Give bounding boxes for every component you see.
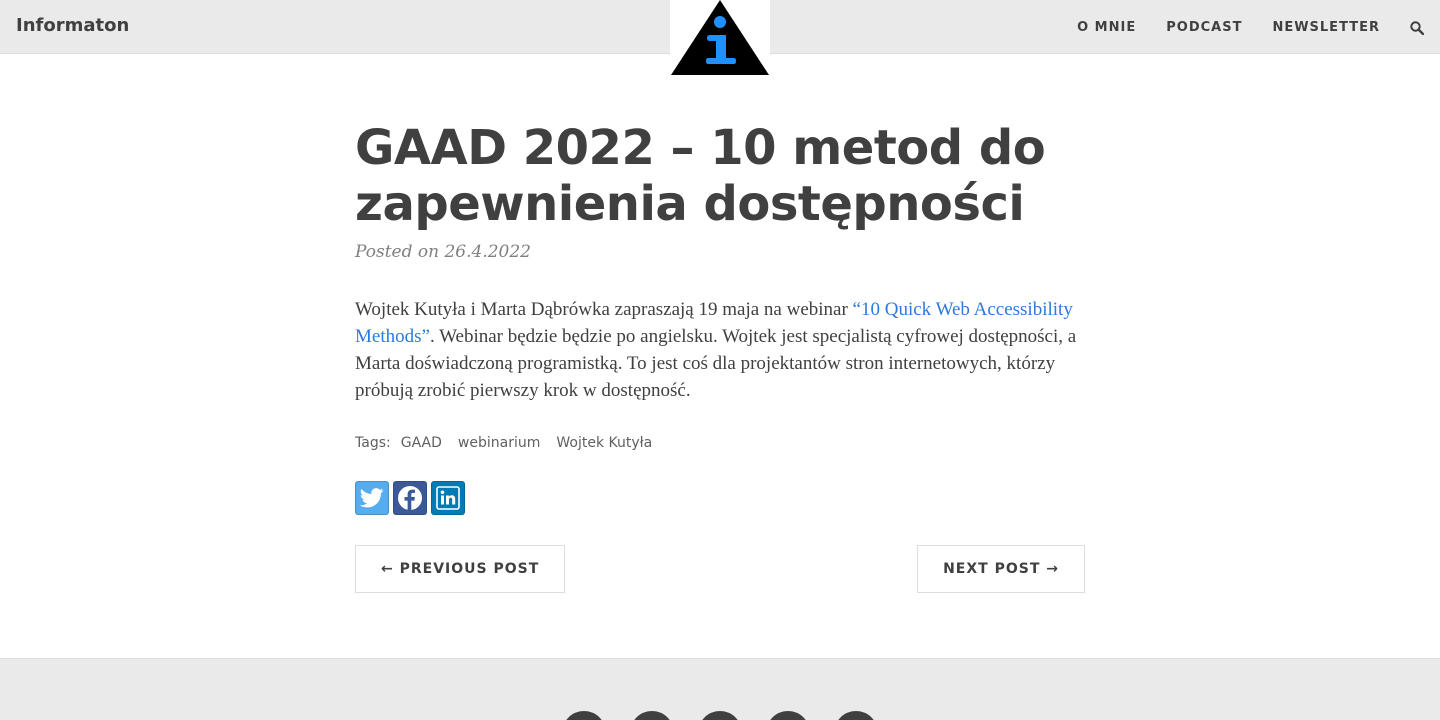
footer-social-icon-2[interactable] <box>630 711 674 720</box>
nav-link-podcast[interactable]: PODCAST <box>1166 20 1242 35</box>
search-icon[interactable] <box>1410 20 1425 36</box>
footer-social-icon-1[interactable] <box>562 711 606 720</box>
footer-social-icon-5[interactable] <box>834 711 878 720</box>
footer-social-links <box>562 711 878 720</box>
share-buttons <box>355 481 1085 515</box>
twitter-icon <box>360 488 384 508</box>
footer <box>0 658 1440 720</box>
facebook-icon <box>398 486 422 510</box>
post-tags: Tags: GAAD webinarium Wojtek Kutyła <box>355 435 1085 451</box>
tag-gaad[interactable]: GAAD <box>401 435 442 451</box>
tag-wojtek-kutyla[interactable]: Wojtek Kutyła <box>556 435 652 451</box>
previous-post-button[interactable]: ← Previous Post <box>355 545 566 593</box>
post-pager: ← Previous Post Next Post → <box>355 545 1085 593</box>
post-title: GAAD 2022 – 10 metod do zapewnienia dost… <box>355 120 1046 232</box>
footer-social-icon-4[interactable] <box>766 711 810 720</box>
info-triangle-logo-icon <box>671 0 769 75</box>
linkedin-share-button[interactable] <box>431 481 465 515</box>
post-body-text-rest: . Webinar będzie będzie po angielsku. Wo… <box>355 326 1077 401</box>
post-date: Posted on 26.4.2022 <box>355 242 531 262</box>
footer-social-icon-3[interactable] <box>698 711 742 720</box>
tag-webinarium[interactable]: webinarium <box>458 435 540 451</box>
nav-link-newsletter[interactable]: NEWSLETTER <box>1272 20 1380 35</box>
post-body-text: Wojtek Kutyła i Marta Dąbrówka zapraszaj… <box>355 299 853 320</box>
next-post-button[interactable]: Next Post → <box>917 545 1085 593</box>
post-article: GAAD 2022 – 10 metod do zapewnienia dost… <box>355 120 1085 593</box>
navbar: Informaton O MNIE PODCAST NEWSLETTER <box>0 0 1440 76</box>
twitter-share-button[interactable] <box>355 481 389 515</box>
facebook-share-button[interactable] <box>393 481 427 515</box>
tags-label: Tags: <box>355 435 391 451</box>
logo[interactable] <box>670 0 770 76</box>
post-body: Wojtek Kutyła i Marta Dąbrówka zapraszaj… <box>355 296 1085 404</box>
main-nav: O MNIE PODCAST NEWSLETTER <box>1077 0 1440 54</box>
brand-link[interactable]: Informaton <box>16 15 129 36</box>
nav-link-o-mnie[interactable]: O MNIE <box>1077 20 1136 35</box>
linkedin-icon <box>436 486 460 510</box>
